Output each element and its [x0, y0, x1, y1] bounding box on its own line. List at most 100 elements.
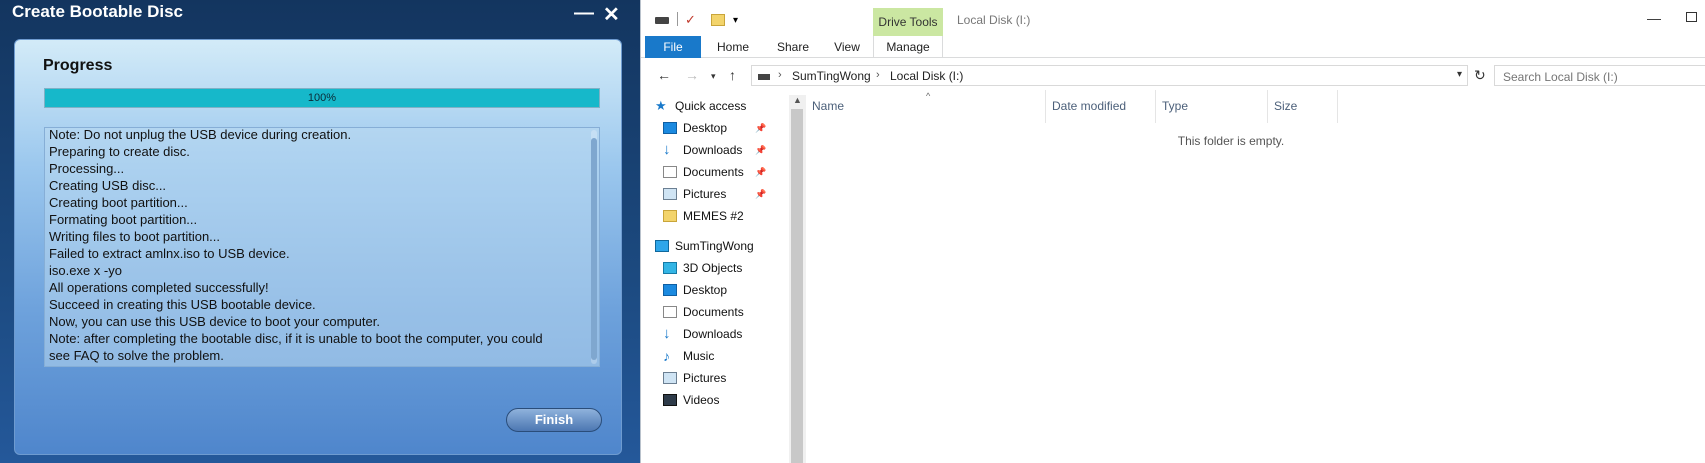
- progress-percent-label: 100%: [307, 92, 337, 104]
- properties-check-icon[interactable]: ✓: [685, 12, 696, 28]
- tab-home[interactable]: Home: [705, 36, 761, 58]
- scroll-up-icon[interactable]: ▲: [793, 95, 802, 105]
- pictures-icon: [663, 188, 677, 200]
- pin-icon[interactable]: 📌: [755, 161, 766, 183]
- log-line: Note: after completing the bootable disc…: [49, 331, 543, 346]
- log-line: Note: Do not unplug the USB device durin…: [49, 127, 352, 142]
- progress-panel: Progress 100% Note: Do not unplug the US…: [14, 39, 622, 455]
- refresh-icon[interactable]: ↻: [1474, 67, 1486, 84]
- sidebar-item-label: Pictures: [683, 371, 727, 385]
- desktop-icon: [663, 122, 677, 134]
- log-lines: Note: Do not unplug the USB device durin…: [49, 127, 589, 364]
- file-list: Name ^ Date modified Type Size This fold…: [806, 90, 1705, 463]
- cube-icon: [663, 262, 677, 274]
- minimize-icon[interactable]: —: [574, 2, 594, 25]
- tab-manage[interactable]: Manage: [873, 36, 943, 58]
- sidebar-item-downloads[interactable]: ↓ Downloads 📌: [663, 139, 789, 161]
- document-icon: [663, 306, 677, 318]
- explorer-maximize-icon[interactable]: [1686, 12, 1697, 22]
- window-title: Create Bootable Disc: [12, 2, 183, 21]
- address-dropdown-icon[interactable]: ▾: [1457, 69, 1462, 80]
- video-icon: [663, 394, 677, 406]
- customize-toolbar-chevron-icon[interactable]: ▾: [733, 15, 738, 26]
- sidebar-item-label: Documents: [683, 305, 744, 319]
- navigation-pane: ★ Quick access Desktop 📌 ↓ Downloads 📌 D…: [641, 95, 789, 463]
- star-icon: ★: [655, 98, 667, 113]
- log-line: iso.exe x -yo: [49, 263, 122, 278]
- tab-view[interactable]: View: [823, 36, 871, 58]
- sidebar-item-label: Videos: [683, 393, 720, 407]
- log-line: see FAQ to solve the problem.: [49, 348, 224, 363]
- log-line: Succeed in creating this USB bootable de…: [49, 297, 316, 312]
- address-drive-icon: [758, 74, 770, 80]
- sidebar-item-label: Documents: [683, 165, 744, 179]
- sidebar-item-label: Desktop: [683, 283, 728, 297]
- back-arrow-icon[interactable]: ←: [657, 67, 671, 83]
- explorer-titlebar: ✓ ▾ Drive Tools Local Disk (I:) —: [641, 0, 1705, 36]
- column-header-size[interactable]: Size: [1268, 90, 1338, 123]
- tab-share[interactable]: Share: [765, 36, 821, 58]
- sidebar-item-desktop[interactable]: Desktop 📌: [663, 117, 789, 139]
- progress-heading: Progress: [43, 57, 113, 74]
- column-header-date-modified[interactable]: Date modified: [1046, 90, 1156, 123]
- sidebar-item-label: Downloads: [683, 327, 743, 341]
- pin-icon[interactable]: 📌: [755, 183, 766, 205]
- sidebar-item-pictures[interactable]: Pictures 📌: [663, 183, 789, 205]
- sidebar-item-label: Desktop: [683, 121, 728, 135]
- tab-file[interactable]: File: [645, 36, 701, 58]
- recent-locations-chevron-icon[interactable]: ▾: [711, 71, 716, 82]
- sidebar-item-label: MEMES #2: [683, 209, 744, 223]
- sidebar-item-label: SumTingWong: [675, 239, 754, 253]
- desktop-icon: [663, 284, 677, 296]
- up-arrow-icon[interactable]: ↑: [729, 67, 736, 83]
- empty-folder-message: This folder is empty.: [1177, 134, 1285, 148]
- column-header-name[interactable]: Name ^: [806, 90, 1046, 123]
- log-line: Processing...: [49, 161, 125, 176]
- pin-icon[interactable]: 📌: [755, 139, 766, 161]
- log-line: Creating USB disc...: [49, 178, 167, 193]
- log-line: Preparing to create disc.: [49, 144, 190, 159]
- sidebar-item-documents[interactable]: Documents 📌: [663, 161, 789, 183]
- drive-icon[interactable]: [655, 17, 669, 24]
- close-icon[interactable]: ✕: [603, 2, 620, 27]
- finish-button[interactable]: Finish: [506, 408, 602, 432]
- breadcrumb-separator-icon[interactable]: ›: [778, 69, 782, 81]
- download-arrow-icon: ↓: [663, 325, 671, 342]
- bootable-disc-window: Create Bootable Disc — ✕ Progress 100% N…: [0, 0, 640, 463]
- folder-icon: [663, 210, 677, 222]
- navigation-bar: ← → ▾ ↑ › SumTingWong › Local Disk (I:) …: [641, 62, 1705, 90]
- progress-bar: 100%: [44, 88, 600, 108]
- log-line: Now, you can use this USB device to boot…: [49, 314, 380, 329]
- pin-icon[interactable]: 📌: [755, 117, 766, 139]
- explorer-window-title: Local Disk (I:): [957, 13, 1031, 27]
- log-scrollbar[interactable]: [591, 130, 597, 364]
- breadcrumb-separator-icon[interactable]: ›: [876, 69, 880, 81]
- toolbar-divider: [677, 12, 678, 26]
- computer-icon: [655, 240, 669, 252]
- ribbon-tabs: File Home Share View Manage: [641, 36, 1705, 58]
- log-line: Writing files to boot partition...: [49, 229, 221, 244]
- sidebar-item-label: Pictures: [683, 187, 727, 201]
- pictures-icon: [663, 372, 677, 384]
- scrollbar-thumb[interactable]: [791, 109, 803, 463]
- log-line: Failed to extract amlnx.iso to USB devic…: [49, 246, 290, 261]
- music-note-icon: ♪: [663, 348, 670, 364]
- log-line: Formating boot partition...: [49, 212, 198, 227]
- search-input[interactable]: [1494, 65, 1705, 86]
- log-scrollbar-thumb[interactable]: [591, 138, 597, 360]
- explorer-minimize-icon[interactable]: —: [1647, 10, 1661, 26]
- navigation-pane-scrollbar[interactable]: ▲: [789, 95, 806, 463]
- sidebar-item-label: Downloads: [683, 143, 743, 157]
- address-bar[interactable]: › SumTingWong › Local Disk (I:) ▾: [751, 65, 1468, 86]
- breadcrumb-pc[interactable]: SumTingWong: [792, 69, 871, 83]
- new-folder-icon[interactable]: [711, 14, 725, 26]
- file-explorer-window: ✓ ▾ Drive Tools Local Disk (I:) — File H…: [640, 0, 1705, 463]
- column-header-type[interactable]: Type: [1156, 90, 1268, 123]
- log-line: Creating boot partition...: [49, 195, 188, 210]
- log-output[interactable]: Note: Do not unplug the USB device durin…: [44, 127, 600, 367]
- forward-arrow-icon[interactable]: →: [685, 67, 699, 83]
- column-label: Name: [812, 99, 845, 113]
- sort-caret-icon: ^: [926, 91, 931, 101]
- document-icon: [663, 166, 677, 178]
- log-line: All operations completed successfully!: [49, 280, 269, 295]
